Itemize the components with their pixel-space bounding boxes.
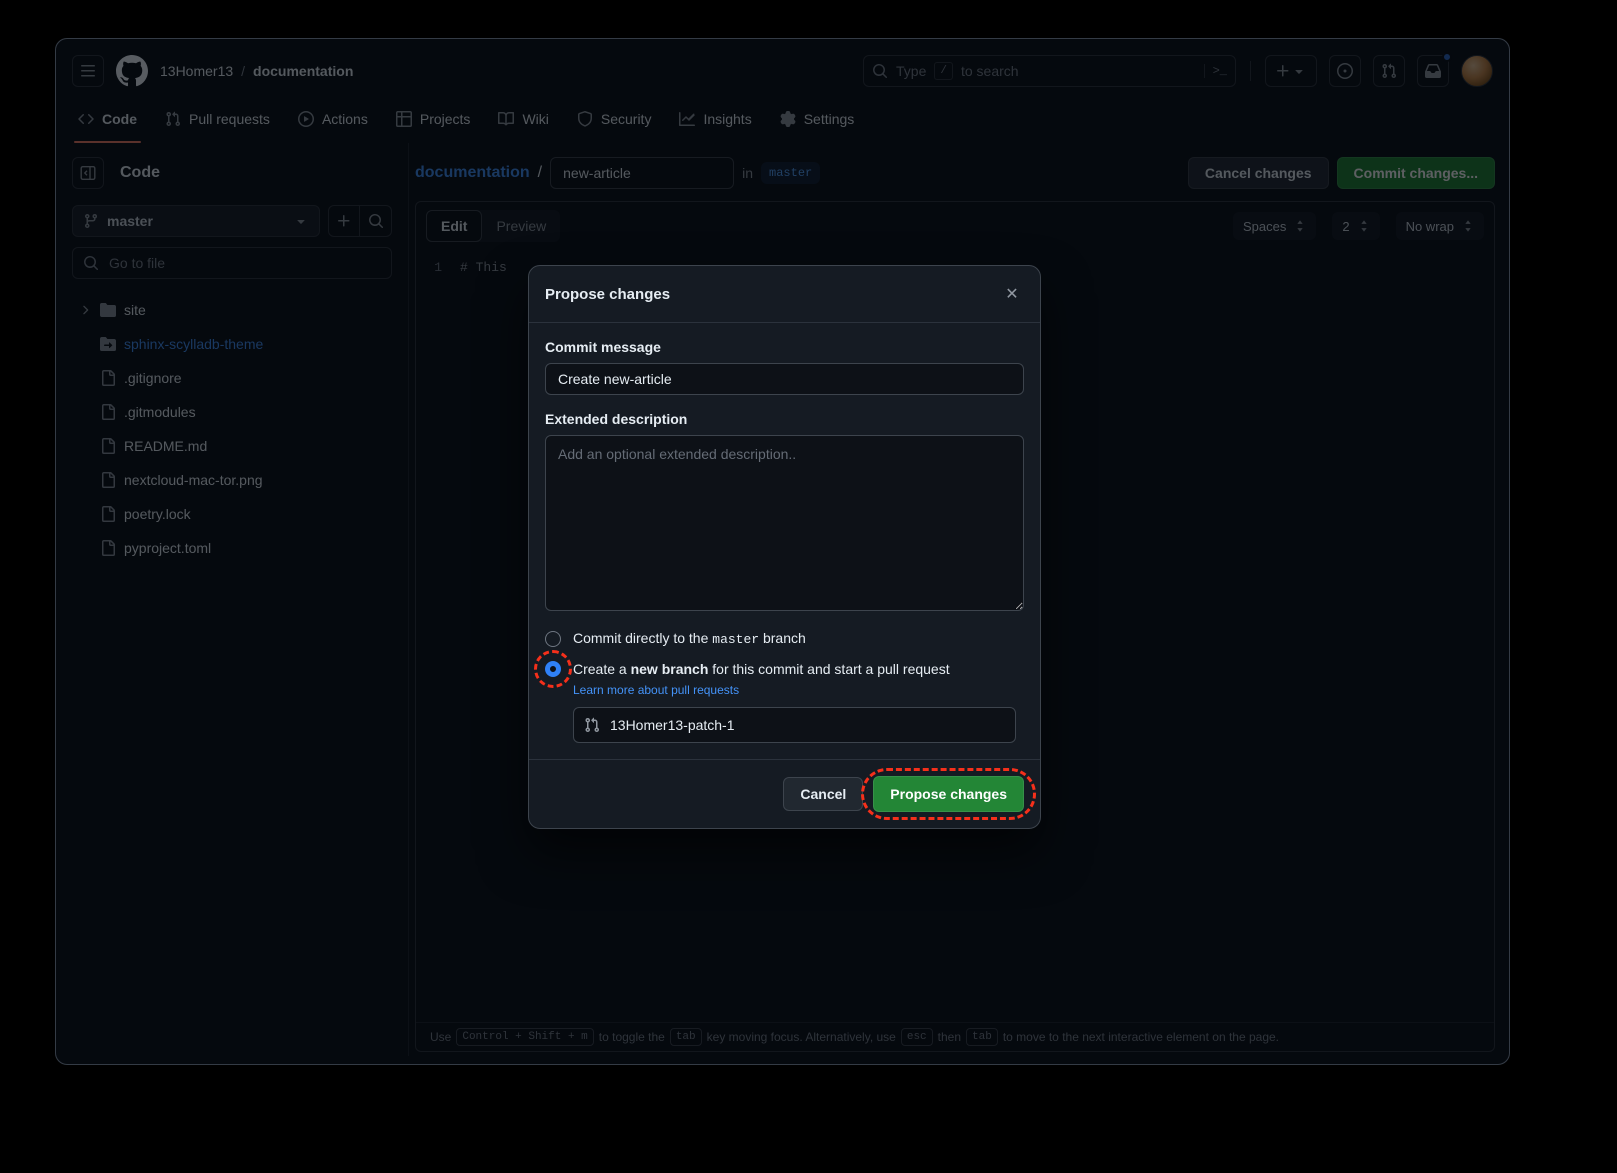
extended-description-textarea[interactable] [545, 435, 1024, 611]
commit-direct-option[interactable]: Commit directly to the master branch [545, 630, 1024, 647]
commit-message-input[interactable] [545, 363, 1024, 395]
annotation-box: Propose changes [873, 776, 1024, 812]
git-pull-request-icon [584, 717, 600, 733]
extended-description-label: Extended description [545, 411, 1024, 427]
learn-more-link[interactable]: Learn more about pull requests [573, 683, 1024, 697]
propose-changes-dialog: Propose changes ✕ Commit message Extende… [528, 265, 1041, 829]
create-branch-label: Create a new branch for this commit and … [573, 661, 950, 677]
annotation-circle [545, 661, 561, 677]
branch-name-code: master [712, 632, 759, 647]
dialog-title: Propose changes [545, 286, 670, 303]
new-branch-name-field[interactable] [573, 707, 1016, 743]
radio-checked[interactable] [545, 661, 561, 677]
propose-changes-button[interactable]: Propose changes [873, 776, 1024, 812]
close-icon: ✕ [1005, 284, 1018, 304]
commit-direct-label: Commit directly to the master branch [573, 630, 806, 647]
create-branch-option[interactable]: Create a new branch for this commit and … [545, 661, 1024, 677]
close-button[interactable]: ✕ [1000, 282, 1024, 306]
new-branch-name-input[interactable] [608, 716, 1005, 734]
radio-unchecked[interactable] [545, 631, 561, 647]
commit-message-label: Commit message [545, 339, 1024, 355]
cancel-button[interactable]: Cancel [783, 777, 863, 811]
